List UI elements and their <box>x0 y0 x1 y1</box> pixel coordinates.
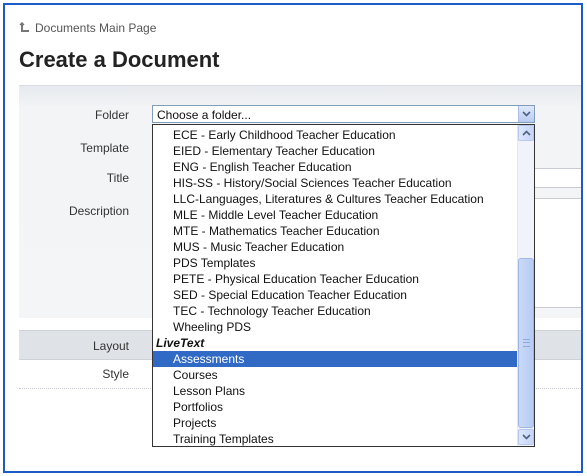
optgroup-label: LiveText <box>156 336 205 350</box>
title-label: Title <box>106 171 129 185</box>
folder-option[interactable]: Training Templates <box>153 431 518 446</box>
folder-option[interactable]: Projects <box>153 415 518 431</box>
template-label: Template <box>80 141 129 155</box>
dropdown-scrollbar[interactable] <box>517 125 534 446</box>
folder-option[interactable]: MLE - Middle Level Teacher Education <box>153 207 518 223</box>
breadcrumb[interactable]: Documents Main Page <box>19 21 156 35</box>
folder-option[interactable]: TEC - Technology Teacher Education <box>153 303 518 319</box>
folder-option[interactable]: ECE - Early Childhood Teacher Education <box>153 127 518 143</box>
folder-label: Folder <box>94 108 129 122</box>
folder-option[interactable]: Wheeling PDS <box>153 319 518 335</box>
folder-option[interactable]: LLC-Languages, Literatures & Cultures Te… <box>153 191 518 207</box>
folder-option[interactable]: MTE - Mathematics Teacher Education <box>153 223 518 239</box>
scrollbar-thumb[interactable] <box>518 258 534 428</box>
folder-option[interactable]: PETE - Physical Education Teacher Educat… <box>153 271 518 287</box>
folder-select[interactable]: Choose a folder... <box>152 105 535 123</box>
layout-label: Layout <box>92 339 129 353</box>
app-frame: Documents Main Page Create a Document Fo… <box>3 3 583 473</box>
folder-option[interactable]: Lesson Plans <box>153 383 518 399</box>
folder-option[interactable]: SED - Special Education Teacher Educatio… <box>153 287 518 303</box>
breadcrumb-link[interactable]: Documents Main Page <box>35 21 156 35</box>
folder-option[interactable]: Courses <box>153 367 518 383</box>
folder-dropdown-list[interactable]: ECE - Early Childhood Teacher Education … <box>152 124 535 447</box>
folder-option[interactable]: ENG - English Teacher Education <box>153 159 518 175</box>
chevron-down-icon[interactable] <box>518 106 534 122</box>
folder-option[interactable]: PDS Templates <box>153 255 518 271</box>
folder-option[interactable]: EIED - Elementary Teacher Education <box>153 143 518 159</box>
back-arrow-icon <box>19 21 31 34</box>
page-title: Create a Document <box>19 47 220 72</box>
style-label: Style <box>102 367 129 381</box>
folder-option-selected[interactable]: Assessments <box>153 351 518 367</box>
folder-select-value: Choose a folder... <box>157 108 252 122</box>
description-label: Description <box>68 204 129 218</box>
folder-option[interactable]: Portfolios <box>153 399 518 415</box>
chevron-up-icon[interactable] <box>518 125 534 141</box>
folder-option[interactable]: HIS-SS - History/Social Sciences Teacher… <box>153 175 518 191</box>
chevron-down-icon[interactable] <box>518 429 534 445</box>
folder-option[interactable]: MUS - Music Teacher Education <box>153 239 518 255</box>
grip-icon <box>523 339 530 347</box>
